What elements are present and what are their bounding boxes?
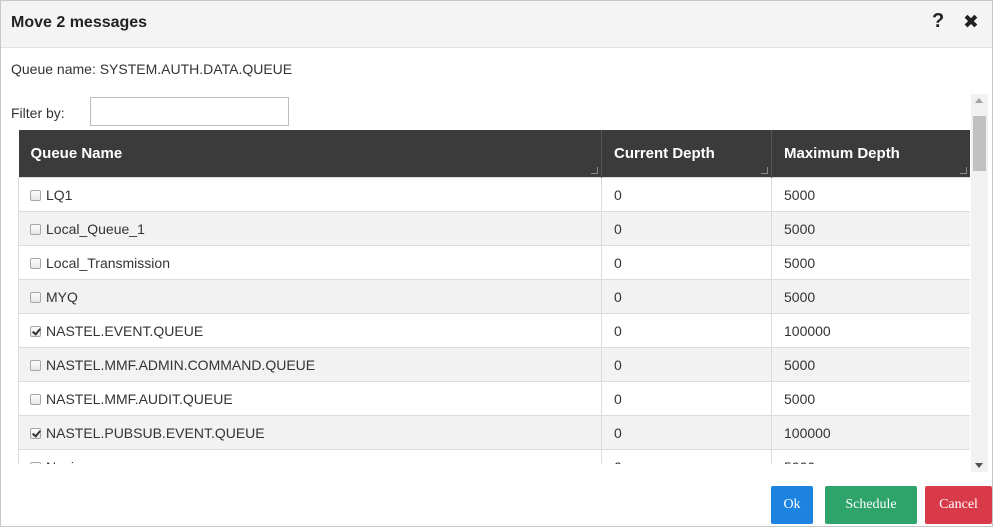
checkbox-icon[interactable] <box>30 393 41 405</box>
queue-name-cell: Local_Transmission <box>18 245 602 280</box>
maximum-depth-cell: 100000 <box>771 313 970 348</box>
schedule-button[interactable]: Schedule <box>825 486 917 524</box>
checked-checkbox-icon[interactable] <box>30 427 41 439</box>
queue-name-text: NASTEL.MMF.ADMIN.COMMAND.QUEUE <box>46 356 316 373</box>
table-row[interactable]: Navias 05000 <box>18 449 970 465</box>
queue-name-cell: NASTEL.PUBSUB.EVENT.QUEUE <box>18 415 602 450</box>
table-row[interactable]: NASTEL.EVENT.QUEUE 0 100000 <box>18 313 970 348</box>
queue-name-text: NASTEL.MMF.AUDIT.QUEUE <box>46 390 233 407</box>
checkbox-icon[interactable] <box>30 291 41 303</box>
queue-name-cell: NASTEL.MMF.AUDIT.QUEUE <box>18 381 602 416</box>
scroll-thumb[interactable] <box>973 116 986 171</box>
queue-name-cell: Local_Queue_1 <box>18 211 602 246</box>
queue-name-label: Queue name: SYSTEM.AUTH.DATA.QUEUE <box>11 61 293 77</box>
vertical-scrollbar[interactable] <box>971 94 988 472</box>
ok-button[interactable]: Ok <box>771 486 813 524</box>
queue-name-text: Local_Transmission <box>46 254 170 271</box>
column-header-maximum-depth[interactable]: Maximum Depth <box>771 130 970 178</box>
current-depth-cell: 0 <box>601 177 772 212</box>
maximum-depth-cell: 5000 <box>771 449 970 464</box>
checkbox-icon[interactable] <box>30 189 41 201</box>
current-depth-cell: 0 <box>601 415 772 450</box>
queue-name-cell: MYQ <box>18 279 602 314</box>
scroll-down-arrow-icon[interactable] <box>975 463 983 468</box>
resize-grip-icon[interactable] <box>591 167 598 174</box>
maximum-depth-cell: 5000 <box>771 279 970 314</box>
queue-name-text: LQ1 <box>46 186 73 203</box>
filter-input[interactable] <box>90 97 289 126</box>
table-row[interactable]: NASTEL.MMF.AUDIT.QUEUE 0 5000 <box>18 381 970 416</box>
current-depth-cell: 0 <box>601 313 772 348</box>
checked-checkbox-icon[interactable] <box>30 325 41 337</box>
queue-name-cell: NASTEL.EVENT.QUEUE <box>18 313 602 348</box>
table-row[interactable]: NASTEL.MMF.ADMIN.COMMAND.QUEUE 0 5000 <box>18 347 970 382</box>
close-icon[interactable]: ✖ <box>963 11 979 34</box>
resize-grip-icon[interactable] <box>960 167 967 174</box>
maximum-depth-cell: 5000 <box>771 347 970 382</box>
table-row[interactable]: NASTEL.PUBSUB.EVENT.QUEUE 0 100000 <box>18 415 970 450</box>
current-depth-cell: 0 <box>601 245 772 280</box>
checkbox-icon[interactable] <box>30 461 41 464</box>
queue-name-text: MYQ <box>46 288 78 305</box>
maximum-depth-cell: 100000 <box>771 415 970 450</box>
queue-name-text: Local_Queue_1 <box>46 220 145 237</box>
table-body: LQ1 0 5000 Local_Queue_1 0 5000 Local_Transmis… <box>18 177 970 465</box>
column-header-current-depth[interactable]: Current Depth <box>601 130 772 178</box>
dialog-titlebar: Move 2 messages ? ✖ <box>1 1 992 48</box>
move-messages-dialog: Move 2 messages ? ✖ Queue name: SYSTEM.A… <box>0 0 993 527</box>
queue-name-cell: LQ1 <box>18 177 602 212</box>
queue-name-text: Navias <box>46 459 89 465</box>
cancel-button[interactable]: Cancel <box>925 486 992 524</box>
filter-label: Filter by: <box>11 105 65 121</box>
queue-grid: Queue Name Current Depth Maximum Depth L… <box>18 130 970 464</box>
current-depth-cell: 0 <box>601 347 772 382</box>
table-row[interactable]: MYQ 0 5000 <box>18 279 970 314</box>
queue-table: Queue Name Current Depth Maximum Depth L… <box>18 130 970 464</box>
queue-name-cell: NASTEL.MMF.ADMIN.COMMAND.QUEUE <box>18 347 602 382</box>
table-row[interactable]: LQ1 0 5000 <box>18 177 970 212</box>
checkbox-icon[interactable] <box>30 223 41 235</box>
queue-name-cell: Navias <box>18 449 602 465</box>
maximum-depth-cell: 5000 <box>771 211 970 246</box>
scroll-up-arrow-icon[interactable] <box>975 98 983 103</box>
table-header-row: Queue Name Current Depth Maximum Depth <box>18 130 970 178</box>
help-icon[interactable]: ? <box>932 10 944 33</box>
maximum-depth-cell: 5000 <box>771 381 970 416</box>
current-depth-cell: 0 <box>601 449 772 464</box>
checkbox-icon[interactable] <box>30 359 41 371</box>
queue-name-text: NASTEL.EVENT.QUEUE <box>46 322 204 339</box>
queue-name-text: NASTEL.PUBSUB.EVENT.QUEUE <box>46 424 265 441</box>
column-header-queue-name[interactable]: Queue Name <box>18 130 602 178</box>
maximum-depth-cell: 5000 <box>771 245 970 280</box>
resize-grip-icon[interactable] <box>761 167 768 174</box>
table-row[interactable]: Local_Queue_1 0 5000 <box>18 211 970 246</box>
checkbox-icon[interactable] <box>30 257 41 269</box>
current-depth-cell: 0 <box>601 381 772 416</box>
dialog-title: Move 2 messages <box>11 14 148 31</box>
maximum-depth-cell: 5000 <box>771 177 970 212</box>
current-depth-cell: 0 <box>601 279 772 314</box>
current-depth-cell: 0 <box>601 211 772 246</box>
table-row[interactable]: Local_Transmission 0 5000 <box>18 245 970 280</box>
